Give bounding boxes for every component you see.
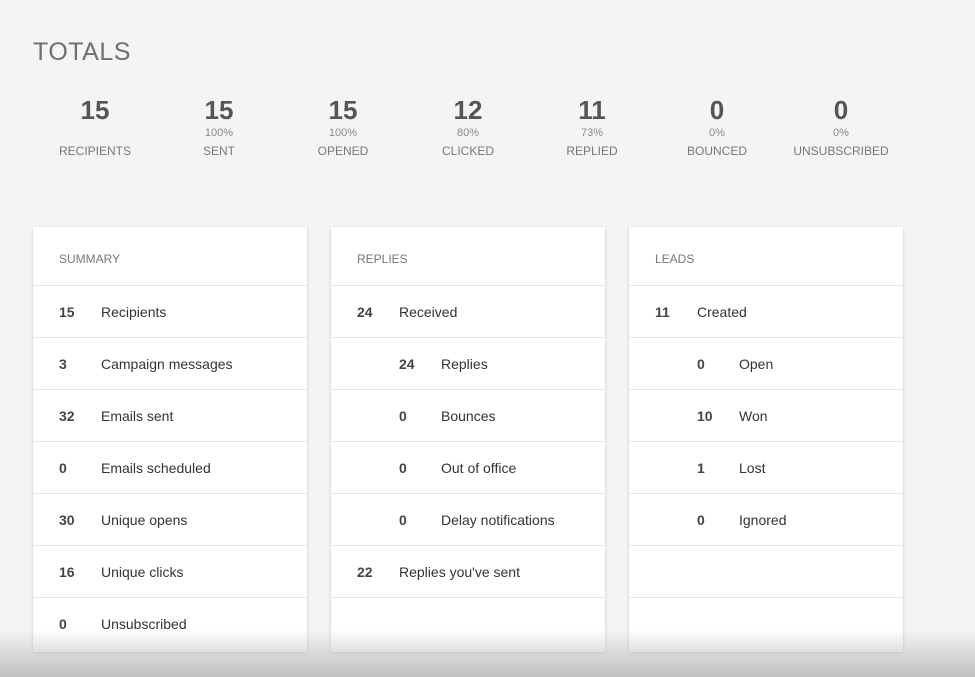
row-value: 0 [59, 616, 67, 632]
stat-percent: 100% [328, 127, 358, 139]
row-label: Lost [739, 459, 766, 476]
row-value: 0 [399, 511, 407, 528]
row-value: 32 [59, 407, 75, 424]
row-label: Unique opens [101, 511, 188, 528]
stat-value: 12 [453, 95, 483, 125]
row-value: 1 [697, 459, 705, 476]
stat-percent: 100% [204, 127, 234, 139]
row-label: Recipients [101, 303, 167, 320]
stat-label: OPENED [317, 144, 369, 158]
row-value: 0 [59, 459, 67, 476]
leads-row-won: 10 Won [629, 390, 903, 442]
replies-row-received: 24 Received [331, 286, 605, 338]
stat-percent [30, 126, 160, 141]
stat-opened: 15 100% OPENED [278, 94, 408, 159]
row-value: 30 [59, 511, 75, 528]
stat-value: 15 [204, 95, 234, 125]
stat-sent: 15 100% SENT [154, 94, 284, 159]
summary-row-campaign-messages: 3 Campaign messages [33, 338, 307, 390]
stat-value: 15 [328, 95, 358, 125]
row-value: 24 [357, 303, 373, 320]
leads-row-ignored: 0 Ignored [629, 494, 903, 546]
row-value: 22 [357, 563, 373, 580]
stat-value: 0 [709, 95, 725, 125]
stat-bounced: 0 0% BOUNCED [652, 94, 782, 159]
stat-percent: 0% [833, 127, 849, 139]
row-label: Campaign messages [101, 355, 233, 372]
stat-replied: 11 73% REPLIED [527, 94, 657, 159]
row-label: Won [739, 407, 768, 424]
replies-row-out-of-office: 0 Out of office [331, 442, 605, 494]
stat-clicked: 12 80% CLICKED [403, 94, 533, 159]
stat-unsubscribed: 0 0% UNSUBSCRIBED [776, 94, 906, 159]
stat-value: 0 [833, 95, 849, 125]
row-label: Emails sent [101, 407, 174, 424]
stat-label: CLICKED [441, 144, 494, 158]
stat-percent: 80% [456, 127, 480, 139]
row-label: Created [697, 303, 747, 320]
stat-recipients: 15 RECIPIENTS [30, 94, 160, 159]
stat-label: UNSUBSCRIBED [793, 144, 889, 158]
replies-card: REPLIES 24 Received 24 Replies 0 Bounces… [331, 227, 605, 652]
summary-row-unique-opens: 30 Unique opens [33, 494, 307, 546]
totals-title: TOTALS [33, 38, 131, 66]
row-label: Out of office [441, 459, 517, 476]
leads-row-created: 11 Created [629, 286, 903, 338]
summary-row-unsubscribed: 0 Unsubscribed [33, 598, 307, 650]
stat-label: BOUNCED [686, 144, 747, 158]
stat-label: RECIPIENTS [58, 144, 131, 158]
row-value: 0 [399, 407, 407, 424]
row-label: Received [399, 303, 458, 320]
row-value: 0 [399, 459, 407, 476]
leads-row-blank [629, 546, 903, 598]
replies-row-replies: 24 Replies [331, 338, 605, 390]
stat-value: 11 [578, 95, 606, 125]
row-value: 11 [655, 303, 670, 320]
leads-row-open: 0 Open [629, 338, 903, 390]
row-value: 3 [59, 355, 67, 372]
leads-row-lost: 1 Lost [629, 442, 903, 494]
row-label: Replies you've sent [399, 563, 520, 580]
summary-card: SUMMARY 15 Recipients 3 Campaign message… [33, 227, 307, 652]
row-label: Open [739, 355, 774, 372]
leads-header: LEADS [629, 227, 903, 286]
replies-row-delay-notifications: 0 Delay notifications [331, 494, 605, 546]
stat-label: SENT [202, 144, 235, 158]
leads-card: LEADS 11 Created 0 Open 10 Won 1 Lost 0 … [629, 227, 903, 652]
stat-label: REPLIED [566, 144, 618, 158]
row-label: Bounces [441, 407, 496, 424]
summary-row-emails-sent: 32 Emails sent [33, 390, 307, 442]
replies-row-sent: 22 Replies you've sent [331, 546, 605, 598]
summary-row-recipients: 15 Recipients [33, 286, 307, 338]
row-value: 16 [59, 563, 75, 580]
stat-percent: 73% [580, 127, 604, 139]
row-label: Delay notifications [441, 511, 555, 528]
summary-header: SUMMARY [33, 227, 307, 286]
row-label: Unique clicks [101, 563, 184, 580]
row-value: 0 [697, 511, 705, 528]
summary-row-unique-clicks: 16 Unique clicks [33, 546, 307, 598]
row-label: Ignored [739, 511, 787, 528]
replies-header: REPLIES [331, 227, 605, 286]
row-value: 24 [399, 355, 415, 372]
row-value: 10 [697, 407, 713, 424]
summary-row-emails-scheduled: 0 Emails scheduled [33, 442, 307, 494]
stat-value: 15 [80, 95, 110, 125]
stat-percent: 0% [709, 127, 725, 139]
row-label: Replies [441, 355, 488, 372]
row-value: 15 [59, 303, 75, 320]
row-label: Unsubscribed [101, 616, 187, 632]
replies-row-bounces: 0 Bounces [331, 390, 605, 442]
row-label: Emails scheduled [101, 459, 211, 476]
row-value: 0 [697, 355, 705, 372]
